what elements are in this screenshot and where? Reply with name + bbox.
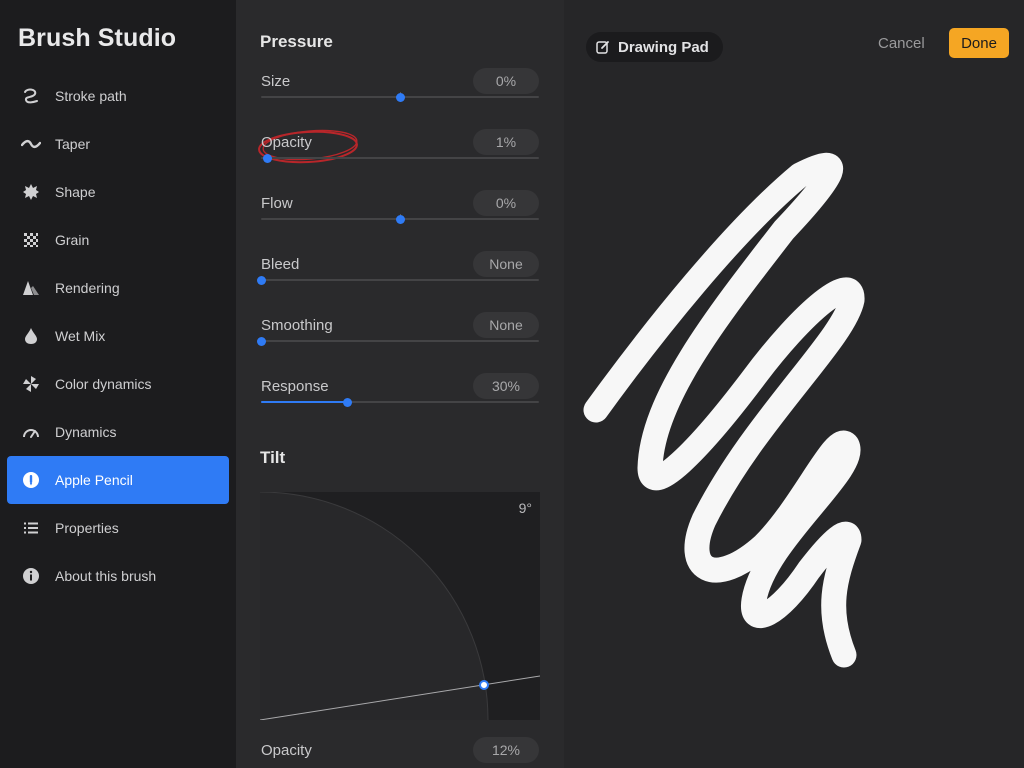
sidebar-item-taper[interactable]: Taper	[7, 120, 229, 168]
setting-value[interactable]: None	[473, 251, 539, 277]
sidebar-item-label: Wet Mix	[55, 328, 106, 344]
sidebar-item-properties[interactable]: Properties	[7, 504, 229, 552]
setting-value[interactable]: 12%	[473, 737, 539, 763]
sidebar-item-label: Shape	[55, 184, 96, 200]
apple-pencil-icon	[21, 470, 41, 490]
slider-thumb[interactable]	[343, 398, 353, 407]
sidebar-item-color-dynamics[interactable]: Color dynamics	[7, 360, 229, 408]
rendering-icon	[21, 278, 41, 298]
setting-flow: Flow 0%	[261, 190, 539, 241]
slider-thumb[interactable]	[396, 93, 405, 102]
setting-response: Response 30%	[261, 373, 539, 424]
slider[interactable]	[261, 92, 539, 102]
setting-opacity: Opacity 1%	[258, 129, 539, 180]
setting-label: Bleed	[261, 256, 300, 273]
setting-label: Opacity	[261, 742, 312, 759]
slider-thumb[interactable]	[262, 154, 272, 163]
setting-bleed: Bleed None	[257, 251, 539, 302]
tilt-graph[interactable]: 9°	[260, 492, 540, 720]
info-icon	[21, 566, 41, 586]
shape-icon	[21, 182, 41, 202]
setting-size: Size 0%	[261, 68, 539, 119]
grain-icon	[21, 230, 41, 250]
slider[interactable]	[261, 398, 539, 407]
sidebar-item-wet-mix[interactable]: Wet Mix	[7, 312, 229, 360]
setting-value[interactable]: 0%	[473, 190, 539, 216]
sidebar-item-stroke-path[interactable]: Stroke path	[7, 72, 229, 120]
pressure-section-title: Pressure	[260, 32, 333, 51]
app-title: Brush Studio	[18, 24, 177, 52]
setting-label: Size	[261, 73, 291, 90]
sidebar-item-label: Stroke path	[55, 88, 127, 104]
drawing-pad-chip[interactable]: Drawing Pad	[586, 32, 723, 62]
slider[interactable]	[261, 214, 539, 224]
color-dynamics-icon	[21, 374, 41, 394]
sidebar: Brush Studio Stroke path Taper Shape Gra…	[0, 0, 236, 768]
setting-label: Opacity	[261, 134, 312, 151]
setting-smoothing: Smoothing None	[257, 312, 539, 363]
slider-track	[261, 340, 539, 342]
setting-value[interactable]: 0%	[473, 68, 539, 94]
sidebar-item-about[interactable]: About this brush	[7, 552, 229, 600]
sidebar-nav: Stroke path Taper Shape Grain Rendering …	[7, 72, 229, 600]
sidebar-item-shape[interactable]: Shape	[7, 168, 229, 216]
slider-track	[261, 157, 539, 159]
wet-mix-icon	[21, 326, 41, 346]
setting-label: Response	[261, 378, 329, 395]
slider-thumb[interactable]	[396, 215, 405, 224]
slider-thumb[interactable]	[257, 337, 266, 346]
sidebar-item-rendering[interactable]: Rendering	[7, 264, 229, 312]
tilt-handle[interactable]	[479, 680, 489, 690]
drawing-pad-label: Drawing Pad	[618, 38, 709, 56]
settings-panel: Pressure Size 0% Opacity 1% Flow 0% Blee…	[236, 0, 564, 768]
slider[interactable]	[257, 337, 539, 346]
setting-value[interactable]: 30%	[473, 373, 539, 399]
sidebar-item-label: Dynamics	[55, 424, 117, 440]
tilt-arc	[260, 492, 540, 720]
sidebar-item-apple-pencil[interactable]: Apple Pencil	[7, 456, 229, 504]
slider[interactable]	[257, 276, 539, 285]
slider-track	[261, 279, 539, 281]
tilt-section-title: Tilt	[260, 448, 286, 467]
tilt-angle-value: 9°	[518, 500, 532, 516]
sidebar-item-grain[interactable]: Grain	[7, 216, 229, 264]
setting-label: Smoothing	[261, 317, 333, 334]
setting-tilt-opacity: Opacity 12%	[261, 737, 539, 768]
done-button[interactable]: Done	[949, 28, 1009, 58]
slider[interactable]	[261, 154, 539, 163]
cancel-button[interactable]: Cancel	[878, 35, 925, 52]
drawing-pad-canvas[interactable]: Drawing Pad Cancel Done	[564, 0, 1024, 768]
sidebar-item-label: Taper	[55, 136, 91, 152]
sidebar-item-label: Grain	[55, 232, 90, 248]
sidebar-item-label: Rendering	[55, 280, 120, 296]
sidebar-item-label: About this brush	[55, 568, 157, 584]
slider-fill	[261, 401, 348, 403]
taper-icon	[21, 134, 41, 154]
sidebar-item-label: Apple Pencil	[55, 472, 133, 488]
setting-value[interactable]: None	[473, 312, 539, 338]
properties-icon	[21, 518, 41, 538]
edit-icon	[596, 41, 609, 54]
setting-value[interactable]: 1%	[473, 129, 539, 155]
slider-thumb[interactable]	[257, 276, 266, 285]
brush-stroke-preview	[583, 152, 865, 668]
setting-label: Flow	[261, 195, 293, 212]
stroke-path-icon	[21, 86, 41, 106]
sidebar-item-label: Properties	[55, 520, 119, 536]
sidebar-item-label: Color dynamics	[55, 376, 152, 392]
sidebar-item-dynamics[interactable]: Dynamics	[7, 408, 229, 456]
dynamics-icon	[21, 422, 41, 442]
